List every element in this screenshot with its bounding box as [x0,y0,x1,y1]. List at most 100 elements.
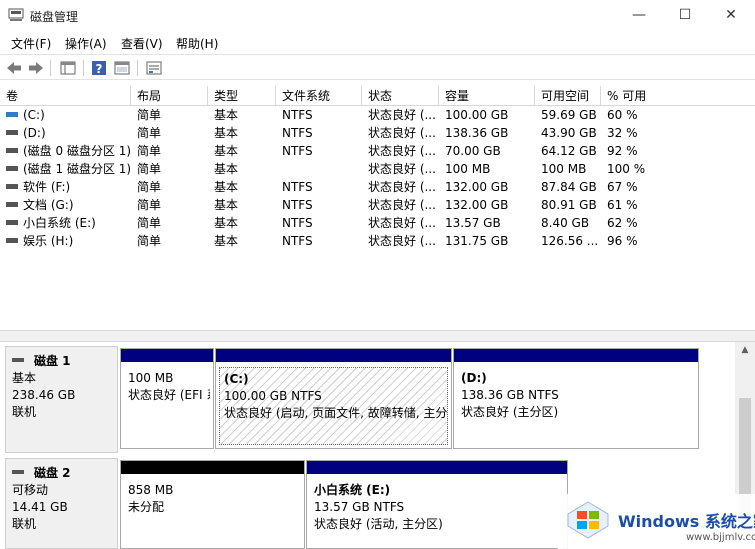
volume-cell-text: NTFS [282,216,313,230]
volume-cell-fs: NTFS [276,124,362,142]
partition-unallocated[interactable]: 858 MB 未分配 [120,460,305,549]
volume-cell-text: (C:) [23,108,45,122]
column-header-status[interactable]: 状态 [362,86,439,106]
volume-row[interactable]: 文档 (G:) 简单 基本 NTFS 状态良好 (... 132.00 GB 80.91 G… [0,196,755,214]
partition-e[interactable]: 小白系统 (E:) 13.57 GB NTFS 状态良好 (活动, 主分区) [306,460,568,549]
volume-cell-text: 132.00 GB [445,180,509,194]
disk-management-app-icon [8,8,24,21]
column-header-percent-free[interactable]: % 可用 [601,86,755,106]
partition-title: 小白系统 (E:) [314,483,391,497]
menu-help[interactable]: 帮助(H) [176,35,218,52]
partition-d[interactable]: (D:) 138.36 GB NTFS 状态良好 (主分区) [453,348,699,449]
volume-cell-type: 基本 [208,196,276,214]
menu-view[interactable]: 查看(V) [121,35,163,52]
volume-cell-text: 娱乐 (H:) [23,234,74,248]
volume-row[interactable]: (C:) 简单 基本 NTFS 状态良好 (... 100.00 GB 59.69 GB 60… [0,106,755,124]
drive-icon [6,202,18,207]
volume-cell-status: 状态良好 (... [362,214,439,232]
drive-icon [6,130,18,135]
volume-cell-layout: 简单 [131,232,208,250]
volume-cell-layout: 简单 [131,178,208,196]
volume-cell-type: 基本 [208,124,276,142]
volume-cell-name: 小白系统 (E:) [0,214,131,232]
volume-row[interactable]: 小白系统 (E:) 简单 基本 NTFS 状态良好 (... 13.57 GB 8.40 G… [0,214,755,232]
partition-efi[interactable]: 100 MB 状态良好 (EFI 系 [120,348,214,449]
volume-cell-text: 67 % [607,180,638,194]
forward-arrow-icon[interactable] [27,59,45,77]
volume-row[interactable]: (磁盘 0 磁盘分区 1) 简单 基本 NTFS 状态良好 (... 70.00 GB 64… [0,142,755,160]
drive-icon [6,220,18,225]
volume-cell-text: 13.57 GB [445,216,501,230]
volume-cell-name: 文档 (G:) [0,196,131,214]
volume-row[interactable]: (磁盘 1 磁盘分区 1) 简单 基本 状态良好 (... 100 MB 100 MB 10… [0,160,755,178]
close-button[interactable]: ✕ [708,0,754,31]
window-title: 磁盘管理 [30,10,79,24]
volume-row[interactable]: (D:) 简单 基本 NTFS 状态良好 (... 138.36 GB 43.90 GB 32… [0,124,755,142]
volume-cell-type: 基本 [208,106,276,124]
column-header-volume[interactable]: 卷 [0,86,131,106]
volume-cell-pct: 100 % [601,160,681,178]
pane-splitter[interactable] [0,330,755,342]
volume-cell-pct: 92 % [601,142,681,160]
volume-cell-free: 87.84 GB [535,178,601,196]
partition-type-bar [216,349,451,362]
menu-file[interactable]: 文件(F) [11,35,51,52]
disk-state: 联机 [12,517,37,531]
menu-action[interactable]: 操作(A) [65,35,107,52]
volume-cell-text: 基本 [214,144,239,158]
partition-size: 100 MB [128,371,174,385]
column-header-type[interactable]: 类型 [208,86,276,106]
menu-bar: 文件(F) 操作(A) 查看(V) 帮助(H) [0,31,755,53]
volume-cell-free: 59.69 GB [535,106,601,124]
volume-cell-text: 100 % [607,162,646,176]
console-tree-icon[interactable] [59,59,77,77]
partition-size: 13.57 GB NTFS [314,500,405,514]
watermark: Windows 系统之家 www.bjjmlv.com [558,494,755,549]
volume-cell-pct: 61 % [601,196,681,214]
column-header-free-space[interactable]: 可用空间 [535,86,601,106]
volume-cell-text: 62 % [607,216,638,230]
partition-status: 状态良好 (活动, 主分区) [314,517,443,531]
partition-c[interactable]: (C:) 100.00 GB NTFS 状态良好 (启动, 页面文件, 故障转储… [215,348,452,449]
volume-cell-capacity: 132.00 GB [439,178,535,196]
maximize-button[interactable]: ☐ [662,0,708,31]
partition-body: (D:) 138.36 GB NTFS 状态良好 (主分区) [457,367,695,445]
volume-cell-text: 100 MB [445,162,491,176]
volume-cell-name: (C:) [0,106,131,124]
partition-type-bar [121,349,213,362]
disk-2-info[interactable]: 磁盘 2 可移动 14.41 GB 联机 [5,458,118,549]
volume-cell-fs: NTFS [276,106,362,124]
scroll-up-arrow-icon[interactable]: ▲ [735,342,755,359]
disk-icon [12,357,24,362]
back-arrow-icon[interactable] [5,59,23,77]
volume-cell-pct: 67 % [601,178,681,196]
volume-cell-name: 娱乐 (H:) [0,232,131,250]
volume-cell-type: 基本 [208,232,276,250]
volume-cell-free: 43.90 GB [535,124,601,142]
partition-body: 100 MB 状态良好 (EFI 系 [124,367,210,445]
column-header-layout[interactable]: 布局 [131,86,208,106]
volume-cell-layout: 简单 [131,196,208,214]
toolbar-separator [50,60,51,76]
volume-cell-text: 状态良好 (... [368,144,436,158]
volume-cell-text: 状态良好 (... [368,180,436,194]
show-list-icon[interactable] [145,59,163,77]
partition-title: (C:) [224,372,249,386]
column-header-capacity[interactable]: 容量 [439,86,535,106]
volume-row[interactable]: 娱乐 (H:) 简单 基本 NTFS 状态良好 (... 131.75 GB 126.56 … [0,232,755,250]
properties-icon[interactable] [113,59,131,77]
volume-cell-text: NTFS [282,108,313,122]
column-header-filesystem[interactable]: 文件系统 [276,86,362,106]
minimize-button[interactable]: — [616,0,662,31]
drive-icon [6,166,18,171]
volume-cell-status: 状态良好 (... [362,160,439,178]
volume-cell-text: 60 % [607,108,638,122]
volume-cell-name: 软件 (F:) [0,178,131,196]
toolbar-separator [83,60,84,76]
disk-size: 238.46 GB [12,388,76,402]
disk-1-info[interactable]: 磁盘 1 基本 238.46 GB 联机 [5,346,118,453]
help-icon[interactable]: ? [90,59,108,77]
volume-cell-text: 131.75 GB [445,234,509,248]
volume-row[interactable]: 软件 (F:) 简单 基本 NTFS 状态良好 (... 132.00 GB 87.84 G… [0,178,755,196]
disk-type: 可移动 [12,483,49,497]
